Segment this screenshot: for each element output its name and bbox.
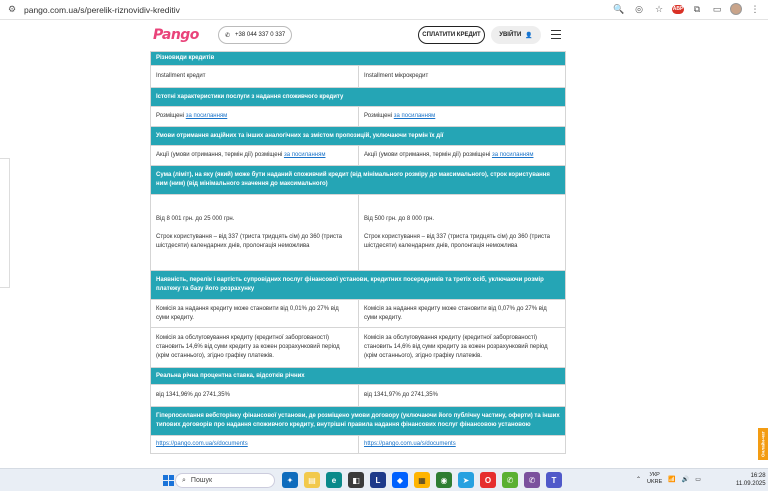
table-cell: Комісія за надання кредиту може становит… (150, 299, 359, 328)
login-button[interactable]: УВІЙТИ 👤 (491, 26, 541, 44)
pay-credit-button[interactable]: СПЛАТИТИ КРЕДИТ (418, 26, 485, 44)
taskbar: ⌕ Пошук ✦ ▤ e ◧ L ◆ ▦ ◉ ➤ O ✆ ✆ T ⌃ УКР … (0, 468, 768, 491)
cell-text: Розміщені (156, 113, 185, 119)
table-cell: Від 500 грн. до 8 000 грн. Строк користу… (358, 194, 566, 271)
eye-off-icon[interactable]: ◎ (632, 2, 646, 16)
phone-icon: ✆ (225, 32, 231, 39)
phone-button[interactable]: ✆ +38 044 337 0 337 (218, 26, 292, 44)
section-title: Істотні характеристики послуги з надання… (150, 87, 566, 107)
section-title: Наявність, перелік і вартість супровідни… (150, 270, 566, 300)
search-placeholder: Пошук (190, 477, 213, 484)
section-title: Сума (ліміт), на яку (який) може бути на… (150, 165, 566, 195)
table-cell: Installment мікрокредит (358, 65, 566, 88)
extension-icon[interactable]: ABP (672, 4, 684, 14)
documents-link[interactable]: https://pango.com.ua/s/documents (156, 441, 248, 447)
table-cell: https://pango.com.ua/s/documents (358, 435, 566, 454)
user-icon: 👤 (525, 32, 533, 39)
table-cell: Акції (умови отримання, термін дії) розм… (150, 145, 359, 166)
cell-text: Акції (умови отримання, термін дії) розм… (156, 152, 283, 158)
phone-number: +38 044 337 0 337 (235, 32, 286, 38)
search-icon: ⌕ (182, 476, 186, 484)
table-cell: Installment кредит (150, 65, 359, 88)
profile-avatar[interactable] (730, 3, 742, 15)
zoom-icon[interactable]: 🔍 (612, 2, 626, 16)
online-chat-tab[interactable]: Онлайн-чат (758, 428, 768, 460)
notes-app-icon[interactable]: ▦ (414, 472, 430, 488)
site-logo[interactable]: Pango (153, 27, 199, 43)
burger-menu-icon[interactable] (551, 30, 561, 39)
l-app-icon[interactable]: L (370, 472, 386, 488)
table-cell: від 1341,96% до 2741,35% (150, 384, 359, 407)
site-header: Pango ✆ +38 044 337 0 337 СПЛАТИТИ КРЕДИ… (0, 21, 768, 51)
opera-browser-icon[interactable]: O (480, 472, 496, 488)
loan-term-text: Строк користування – від 337 (триста три… (156, 233, 342, 249)
site-info-icon[interactable]: ⚙ (4, 2, 20, 18)
clock[interactable]: 16:28 11.09.2025 (736, 472, 766, 488)
chrome-browser-icon[interactable]: ◉ (436, 472, 452, 488)
taskbar-apps: ✦ ▤ e ◧ L ◆ ▦ ◉ ➤ O ✆ ✆ T (282, 472, 562, 488)
battery-icon[interactable]: ▭ (695, 476, 701, 483)
table-cell: Акції (умови отримання, термін дії) розм… (358, 145, 566, 166)
side-panel-stub[interactable] (0, 158, 10, 288)
loan-sum-text: Від 8 001 грн. до 25 000 грн. (156, 215, 235, 222)
extensions-puzzle-icon[interactable]: ⧉ (690, 2, 704, 16)
whatsapp-icon[interactable]: ✆ (502, 472, 518, 488)
details-link[interactable]: за посиланням (394, 113, 436, 119)
taskbar-search[interactable]: ⌕ Пошук (175, 473, 275, 488)
section-title: Гіперпосилання вебсторінку фінансової ус… (150, 406, 566, 436)
promo-link[interactable]: за посиланням (284, 152, 326, 158)
login-label: УВІЙТИ (499, 32, 522, 38)
menu-dots-icon[interactable]: ⋮ (748, 2, 762, 16)
sidepanel-icon[interactable]: ▭ (710, 2, 724, 16)
viber-icon[interactable]: ✆ (524, 472, 540, 488)
section-title: Різновиди кредитів (150, 51, 566, 66)
table-cell: від 1341,97% до 2741,35% (358, 384, 566, 407)
details-link[interactable]: за посиланням (186, 113, 228, 119)
clock-time: 16:28 (750, 473, 766, 479)
browser-toolbar: ⚙ pango.com.ua/s/perelik-riznovidiv-kred… (0, 0, 768, 20)
chevron-up-icon[interactable]: ⌃ (636, 476, 641, 483)
language-indicator[interactable]: УКР UKRE (647, 472, 662, 486)
table-cell: Від 8 001 грн. до 25 000 грн. Строк кори… (150, 194, 359, 271)
edge-browser-icon[interactable]: e (326, 472, 342, 488)
promo-link[interactable]: за посиланням (492, 152, 534, 158)
loan-term-text: Строк користування – від 337 (триста три… (364, 233, 550, 249)
table-cell: Комісія за обслуговування кредиту (креди… (358, 327, 566, 368)
section-title: Умови отримання акційних та інших аналог… (150, 126, 566, 146)
volume-icon[interactable]: 🔊 (682, 476, 689, 483)
table-cell: Розміщені за посиланням (150, 106, 359, 127)
cell-text: Акції (умови отримання, термін дії) розм… (364, 152, 491, 158)
file-explorer-icon[interactable]: ▤ (304, 472, 320, 488)
system-tray: ⌃ УКР UKRE 📶 🔊 ▭ (636, 472, 701, 486)
cell-text: Розміщені (364, 113, 393, 119)
table-cell: https://pango.com.ua/s/documents (150, 435, 359, 454)
dropbox-icon[interactable]: ◆ (392, 472, 408, 488)
lang-top: УКР (649, 472, 660, 478)
copilot-app-icon[interactable]: ✦ (282, 472, 298, 488)
table-cell: Комісія за обслуговування кредиту (креди… (150, 327, 359, 368)
documents-link[interactable]: https://pango.com.ua/s/documents (364, 441, 456, 447)
table-cell: Комісія за надання кредиту може становит… (358, 299, 566, 328)
bookmark-star-icon[interactable]: ☆ (652, 2, 666, 16)
store-app-icon[interactable]: ◧ (348, 472, 364, 488)
table-cell: Розміщені за посиланням (358, 106, 566, 127)
section-title: Реальна річна процентна ставка, відсоткі… (150, 367, 566, 385)
windows-start-icon[interactable] (163, 475, 174, 486)
teams-icon[interactable]: T (546, 472, 562, 488)
wifi-icon[interactable]: 📶 (668, 476, 675, 483)
telegram-icon[interactable]: ➤ (458, 472, 474, 488)
clock-date: 11.09.2025 (736, 481, 766, 487)
address-bar[interactable]: pango.com.ua/s/perelik-riznovidiv-kredit… (24, 5, 180, 15)
loan-sum-text: Від 500 грн. до 8 000 грн. (364, 215, 435, 222)
credit-info-table: Різновиди кредитів Installment кредит In… (150, 51, 566, 454)
lang-bottom: UKRE (647, 479, 663, 485)
